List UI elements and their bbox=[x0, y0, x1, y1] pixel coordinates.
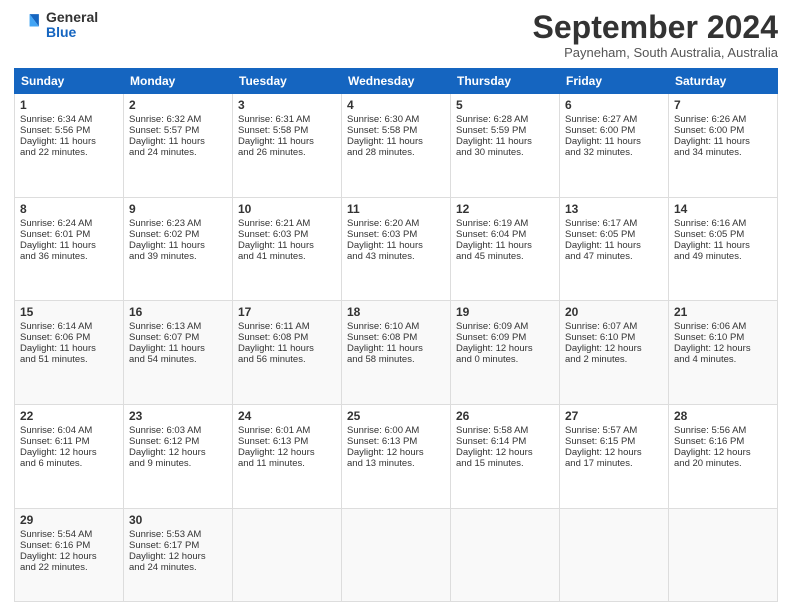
header-saturday: Saturday bbox=[669, 69, 778, 94]
header-thursday: Thursday bbox=[451, 69, 560, 94]
header-monday: Monday bbox=[124, 69, 233, 94]
table-row: 19Sunrise: 6:09 AMSunset: 6:09 PMDayligh… bbox=[451, 301, 560, 405]
table-row: 23Sunrise: 6:03 AMSunset: 6:12 PMDayligh… bbox=[124, 405, 233, 509]
table-row: 20Sunrise: 6:07 AMSunset: 6:10 PMDayligh… bbox=[560, 301, 669, 405]
table-row: 27Sunrise: 5:57 AMSunset: 6:15 PMDayligh… bbox=[560, 405, 669, 509]
logo-general: General bbox=[46, 9, 98, 25]
table-row: 8Sunrise: 6:24 AMSunset: 6:01 PMDaylight… bbox=[15, 197, 124, 301]
table-row: 22Sunrise: 6:04 AMSunset: 6:11 PMDayligh… bbox=[15, 405, 124, 509]
header-friday: Friday bbox=[560, 69, 669, 94]
header-row: Sunday Monday Tuesday Wednesday Thursday… bbox=[15, 69, 778, 94]
table-row bbox=[233, 508, 342, 601]
table-row: 14Sunrise: 6:16 AMSunset: 6:05 PMDayligh… bbox=[669, 197, 778, 301]
header-sunday: Sunday bbox=[15, 69, 124, 94]
table-row: 3Sunrise: 6:31 AMSunset: 5:58 PMDaylight… bbox=[233, 94, 342, 198]
logo-icon bbox=[14, 11, 42, 39]
table-row: 2Sunrise: 6:32 AMSunset: 5:57 PMDaylight… bbox=[124, 94, 233, 198]
table-row: 10Sunrise: 6:21 AMSunset: 6:03 PMDayligh… bbox=[233, 197, 342, 301]
table-row: 7Sunrise: 6:26 AMSunset: 6:00 PMDaylight… bbox=[669, 94, 778, 198]
location: Payneham, South Australia, Australia bbox=[533, 45, 778, 60]
table-row: 17Sunrise: 6:11 AMSunset: 6:08 PMDayligh… bbox=[233, 301, 342, 405]
table-row: 13Sunrise: 6:17 AMSunset: 6:05 PMDayligh… bbox=[560, 197, 669, 301]
header-tuesday: Tuesday bbox=[233, 69, 342, 94]
table-row: 1Sunrise: 6:34 AMSunset: 5:56 PMDaylight… bbox=[15, 94, 124, 198]
table-row: 11Sunrise: 6:20 AMSunset: 6:03 PMDayligh… bbox=[342, 197, 451, 301]
header: General Blue September 2024 Payneham, So… bbox=[14, 10, 778, 60]
calendar-table: Sunday Monday Tuesday Wednesday Thursday… bbox=[14, 68, 778, 602]
table-row bbox=[560, 508, 669, 601]
table-row: 16Sunrise: 6:13 AMSunset: 6:07 PMDayligh… bbox=[124, 301, 233, 405]
table-row: 15Sunrise: 6:14 AMSunset: 6:06 PMDayligh… bbox=[15, 301, 124, 405]
table-row: 24Sunrise: 6:01 AMSunset: 6:13 PMDayligh… bbox=[233, 405, 342, 509]
table-row: 4Sunrise: 6:30 AMSunset: 5:58 PMDaylight… bbox=[342, 94, 451, 198]
table-row bbox=[451, 508, 560, 601]
header-wednesday: Wednesday bbox=[342, 69, 451, 94]
page: General Blue September 2024 Payneham, So… bbox=[0, 0, 792, 612]
table-row: 21Sunrise: 6:06 AMSunset: 6:10 PMDayligh… bbox=[669, 301, 778, 405]
table-row: 5Sunrise: 6:28 AMSunset: 5:59 PMDaylight… bbox=[451, 94, 560, 198]
table-row: 28Sunrise: 5:56 AMSunset: 6:16 PMDayligh… bbox=[669, 405, 778, 509]
table-row: 26Sunrise: 5:58 AMSunset: 6:14 PMDayligh… bbox=[451, 405, 560, 509]
table-row: 6Sunrise: 6:27 AMSunset: 6:00 PMDaylight… bbox=[560, 94, 669, 198]
calendar-header: Sunday Monday Tuesday Wednesday Thursday… bbox=[15, 69, 778, 94]
table-row: 30Sunrise: 5:53 AMSunset: 6:17 PMDayligh… bbox=[124, 508, 233, 601]
title-block: September 2024 Payneham, South Australia… bbox=[533, 10, 778, 60]
logo: General Blue bbox=[14, 10, 98, 41]
calendar-body: 1Sunrise: 6:34 AMSunset: 5:56 PMDaylight… bbox=[15, 94, 778, 602]
table-row bbox=[342, 508, 451, 601]
table-row: 25Sunrise: 6:00 AMSunset: 6:13 PMDayligh… bbox=[342, 405, 451, 509]
month-title: September 2024 bbox=[533, 10, 778, 45]
logo-blue: Blue bbox=[46, 24, 76, 40]
table-row bbox=[669, 508, 778, 601]
table-row: 9Sunrise: 6:23 AMSunset: 6:02 PMDaylight… bbox=[124, 197, 233, 301]
table-row: 18Sunrise: 6:10 AMSunset: 6:08 PMDayligh… bbox=[342, 301, 451, 405]
table-row: 29Sunrise: 5:54 AMSunset: 6:16 PMDayligh… bbox=[15, 508, 124, 601]
logo-text: General Blue bbox=[46, 10, 98, 41]
table-row: 12Sunrise: 6:19 AMSunset: 6:04 PMDayligh… bbox=[451, 197, 560, 301]
